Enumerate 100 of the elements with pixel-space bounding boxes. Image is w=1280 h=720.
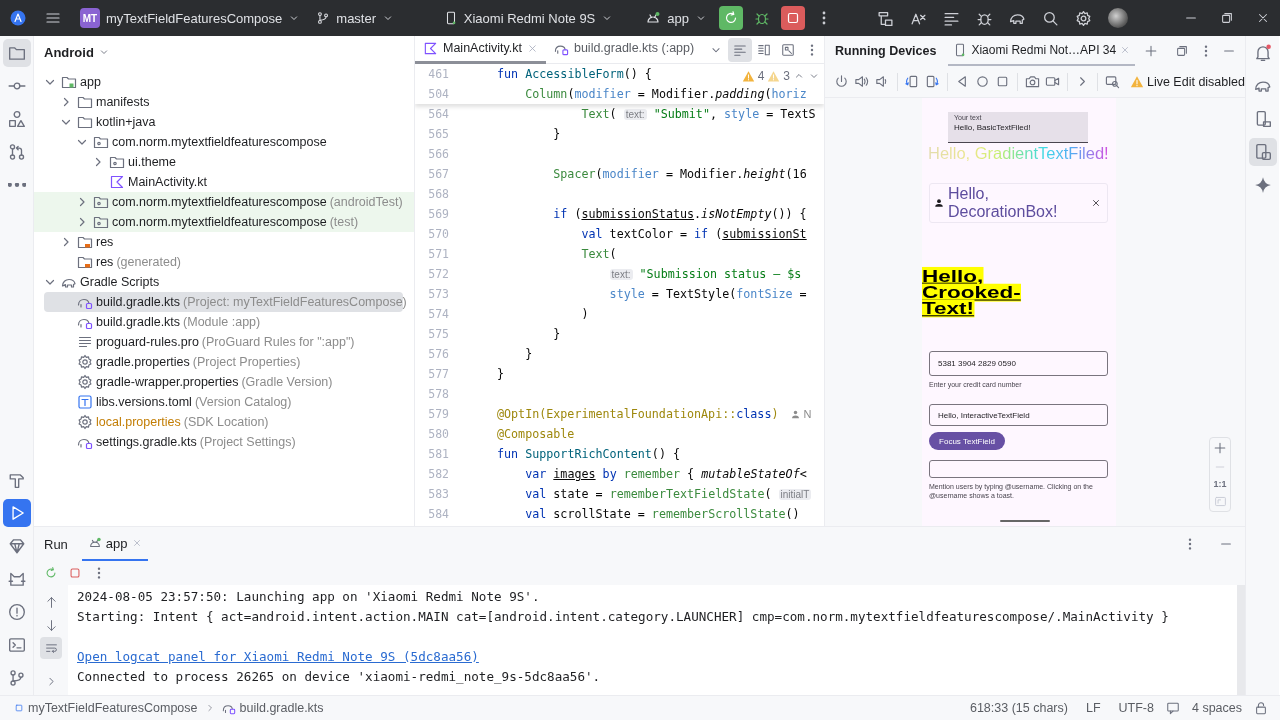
tree-item[interactable]: res [34, 232, 414, 252]
tree-item[interactable]: com.norm.mytextfieldfeaturescompose (androidTest) [34, 192, 414, 212]
decoration-box[interactable]: Hello, DecorationBox! [929, 183, 1108, 223]
run-tab[interactable]: app [81, 527, 148, 561]
indent-setting[interactable]: 4 spaces [1185, 701, 1248, 715]
rotate-right-icon [924, 74, 940, 89]
interactive-field[interactable]: Hello, InteractiveTextField [929, 404, 1108, 426]
code-view-button[interactable] [728, 37, 752, 62]
editor-tab[interactable]: build.gradle.kts (:app) [545, 36, 703, 64]
line-number: 504 [427, 87, 449, 101]
package-folder-icon [93, 214, 109, 230]
user-avatar[interactable] [1108, 8, 1128, 28]
rerun-button[interactable] [719, 6, 743, 30]
shapes-icon [7, 110, 26, 128]
hammer-icon [7, 471, 26, 489]
weak-warning-count: 3 [783, 69, 790, 83]
run-tool-button[interactable] [2, 499, 31, 527]
tree-item[interactable]: gradle.properties (Project Properties) [34, 352, 414, 372]
line-number: 461 [427, 67, 449, 81]
clear-icon[interactable] [1091, 198, 1101, 208]
project-selector[interactable]: MT myTextFieldFeaturesCompose [74, 4, 307, 32]
tree-item[interactable]: settings.gradle.kts (Project Settings) [34, 432, 414, 452]
field-value: Hello, DecorationBox! [948, 185, 1059, 221]
mention-field[interactable] [929, 460, 1108, 478]
tree-item[interactable]: gradle-wrapper.properties (Gradle Version) [34, 372, 414, 392]
window-icon [1175, 44, 1190, 58]
tree-item[interactable]: com.norm.mytextfieldfeaturescompose (test) [34, 212, 414, 232]
line-number: 577 [427, 367, 449, 381]
alert-icon [7, 603, 26, 621]
kotlin-file-icon [109, 174, 125, 190]
power-icon [834, 74, 850, 89]
console-line: 2024-08-05 23:57:50: Launching app on 'Xiaomi Redmi Note 9S'. [77, 588, 541, 606]
terminal-icon [7, 636, 26, 654]
tree-item[interactable]: res (generated) [34, 252, 414, 272]
stop-icon [785, 10, 801, 26]
code-line: ) [580, 307, 589, 321]
code-line: } [552, 127, 561, 141]
soft-wrap-button[interactable] [40, 637, 62, 659]
stop-button[interactable] [781, 6, 805, 30]
device-selector[interactable]: Xiaomi Redmi Note 9S [437, 4, 620, 32]
app-logo-icon [10, 10, 26, 26]
video-camera-icon [1044, 74, 1060, 89]
arrow-down-icon [44, 618, 58, 632]
line-number: 581 [427, 447, 449, 461]
actual-size-button[interactable]: 1:1 [1213, 479, 1227, 489]
caret-position[interactable]: 618:33 (15 chars) [963, 701, 1074, 715]
running-devices-tool-button[interactable] [1248, 138, 1277, 166]
line-number: 567 [427, 167, 449, 181]
code-line: Spacer(modifier = Modifier.height(16 [552, 167, 807, 181]
tree-item[interactable]: local.properties (SDK Location) [34, 412, 414, 432]
author-icon [790, 408, 802, 420]
camera-icon [1024, 74, 1040, 89]
tree-item[interactable]: kotlin+java [34, 112, 414, 132]
code-line: fun AccessibleForm() { [497, 67, 652, 81]
project-view-selector[interactable]: Android [34, 36, 110, 68]
plus-icon [1143, 44, 1158, 58]
breadcrumb[interactable]: myTextFieldFeaturesCompose [14, 701, 198, 715]
tree-item[interactable]: app [34, 72, 414, 92]
tree-item[interactable]: MainActivity.kt [34, 172, 414, 192]
comment-icon[interactable] [1165, 701, 1180, 715]
settings-icon [77, 354, 93, 370]
file-encoding[interactable]: UTF-8 [1112, 701, 1160, 715]
author-hint: N [803, 408, 812, 420]
line-number: 582 [427, 467, 449, 481]
device-tab[interactable]: Xiaomi Redmi Not…API 34 [948, 36, 1136, 66]
branch-selector[interactable]: master [310, 4, 401, 32]
branch-icon [316, 11, 331, 25]
line-number: 566 [427, 147, 449, 161]
line-number: 580 [427, 427, 449, 441]
split-view-icon [757, 42, 771, 57]
card-number-field[interactable]: 5381 3904 2829 0590 [929, 351, 1108, 376]
screen-zoom-icon [1104, 74, 1120, 89]
arrow-up-icon [44, 595, 58, 609]
tree-item[interactable]: libs.versions.toml (Version Catalog) [34, 392, 414, 412]
logcat-link[interactable]: Open logcat panel for Xiaomi Redmi Note 9S (5dc8aa56) [77, 649, 479, 664]
focus-button[interactable]: Focus TextField [929, 432, 1005, 450]
project-tool-button[interactable] [2, 39, 31, 67]
file-structure-icon [877, 9, 894, 27]
tree-item[interactable]: manifests [34, 92, 414, 112]
code-line: Text( text: "Submit", style = TextS [580, 107, 816, 121]
tree-item[interactable]: proguard-rules.pro (ProGuard Rules for ":app") [34, 332, 414, 352]
folder-icon [77, 94, 93, 110]
lock-icon[interactable] [1254, 701, 1268, 715]
breadcrumb[interactable]: build.gradle.kts [221, 701, 324, 715]
line-number: 568 [427, 187, 449, 201]
warning-count: 4 [757, 69, 765, 83]
diamond-icon [7, 537, 26, 555]
tree-item[interactable]: build.gradle.kts (Module :app) [34, 312, 414, 332]
run-config-selector[interactable]: app [639, 4, 713, 32]
bell-icon [1253, 44, 1272, 62]
line-separator[interactable]: LF [1079, 701, 1107, 715]
tree-item[interactable]: com.norm.mytextfieldfeaturescompose [34, 132, 414, 152]
tree-item[interactable]: ui.theme [34, 152, 414, 172]
package-folder-icon [93, 134, 109, 150]
search-icon [1042, 9, 1059, 27]
line-number: 583 [427, 487, 449, 501]
line-number: 565 [427, 127, 449, 141]
tree-item[interactable]: Gradle Scripts [34, 272, 414, 292]
stop-icon [68, 566, 82, 580]
close-icon [1256, 11, 1270, 25]
